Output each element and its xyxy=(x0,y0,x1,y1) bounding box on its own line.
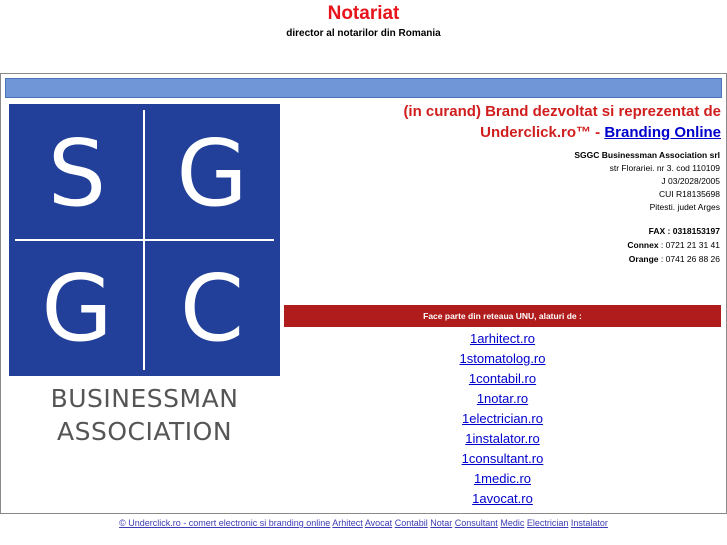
brand-prefix: Underclick.ro™ - xyxy=(480,124,605,141)
list-item: 1instalator.ro xyxy=(284,429,721,449)
logo-letter-g-bottom: G xyxy=(41,255,113,362)
branding-online-link[interactable]: Branding Online xyxy=(604,124,721,141)
orange-number: : 0741 26 88 26 xyxy=(658,254,720,264)
address-city: Pitesti. judet Arges xyxy=(649,202,720,212)
content-frame: S G G C BUSINESSMAN ASSOCIATION (in cura… xyxy=(0,73,727,514)
footer-link-consultant[interactable]: Consultant xyxy=(455,518,498,528)
list-item: 1electrician.ro xyxy=(284,409,721,429)
fax-line: FAX : 0318153197 xyxy=(421,225,720,237)
footer-links: © Underclick.ro - comert electronic si b… xyxy=(0,518,727,528)
list-item: 1arhitect.ro xyxy=(284,329,721,349)
network-link-instalator[interactable]: 1instalator.ro xyxy=(465,431,539,446)
footer-link-notar[interactable]: Notar xyxy=(430,518,452,528)
address-street: str Florariei. nr 3. cod 110109 xyxy=(609,163,720,173)
network-link-contabil[interactable]: 1contabil.ro xyxy=(469,371,536,386)
logo-blue-square: S G G C xyxy=(9,104,280,376)
brand-line-2: Underclick.ro™ - Branding Online xyxy=(291,122,721,144)
address-cui: CUI R18135698 xyxy=(659,189,720,199)
connex-line: Connex : 0721 21 31 41 xyxy=(421,239,720,251)
connex-label: Connex xyxy=(627,240,659,250)
network-link-electrician[interactable]: 1electrician.ro xyxy=(462,411,543,426)
orange-label: Orange xyxy=(628,254,659,264)
footer-link-arhitect[interactable]: Arhitect xyxy=(332,518,363,528)
footer-link-instalator[interactable]: Instalator xyxy=(571,518,608,528)
list-item: 1contabil.ro xyxy=(284,369,721,389)
network-link-avocat[interactable]: 1avocat.ro xyxy=(472,491,533,506)
page-subtitle: director al notarilor din Romania xyxy=(286,28,441,39)
network-link-notar[interactable]: 1notar.ro xyxy=(477,391,528,406)
connex-number: : 0721 21 31 41 xyxy=(658,240,720,250)
logo-letter-s: S xyxy=(47,120,107,227)
logo-word-association: ASSOCIATION xyxy=(56,417,233,446)
logo-horizontal-divider xyxy=(15,239,274,241)
company-name: SGGC Businessman Association srl xyxy=(574,150,720,160)
logo-letter-g-top: G xyxy=(176,120,248,227)
network-link-stomatolog[interactable]: 1stomatolog.ro xyxy=(460,351,546,366)
blue-header-bar xyxy=(5,78,722,98)
footer-copyright-link[interactable]: © Underclick.ro - comert electronic si b… xyxy=(119,518,330,528)
orange-line: Orange : 0741 26 88 26 xyxy=(421,253,720,265)
footer-link-contabil[interactable]: Contabil xyxy=(395,518,428,528)
address-registration: J 03/2028/2005 xyxy=(661,176,720,186)
footer-link-electrician[interactable]: Electrician xyxy=(527,518,569,528)
fax-label: FAX : xyxy=(648,226,673,236)
footer-link-avocat[interactable]: Avocat xyxy=(365,518,392,528)
list-item: 1consultant.ro xyxy=(284,449,721,469)
network-link-medic[interactable]: 1medic.ro xyxy=(474,471,531,486)
logo-word-businessman: BUSINESSMAN xyxy=(50,384,239,413)
list-item: 1medic.ro xyxy=(284,469,721,489)
footer-link-medic[interactable]: Medic xyxy=(500,518,524,528)
brand-line-1: (in curand) Brand dezvoltat si reprezent… xyxy=(403,103,721,120)
list-item: 1stomatolog.ro xyxy=(284,349,721,369)
network-link-arhitect[interactable]: 1arhitect.ro xyxy=(470,331,535,346)
network-link-consultant[interactable]: 1consultant.ro xyxy=(462,451,544,466)
logo-letter-c: C xyxy=(179,255,245,362)
list-item: 1notar.ro xyxy=(284,389,721,409)
network-header-bar: Face parte din reteaua UNU, alaturi de : xyxy=(284,305,721,327)
fax-number: 0318153197 xyxy=(672,226,720,236)
page-title: Notariat xyxy=(327,3,400,24)
list-item: 1avocat.ro xyxy=(284,489,721,509)
sggc-logo: S G G C BUSINESSMAN ASSOCIATION xyxy=(9,104,280,446)
network-site-list: 1arhitect.ro 1stomatolog.ro 1contabil.ro… xyxy=(284,329,721,509)
